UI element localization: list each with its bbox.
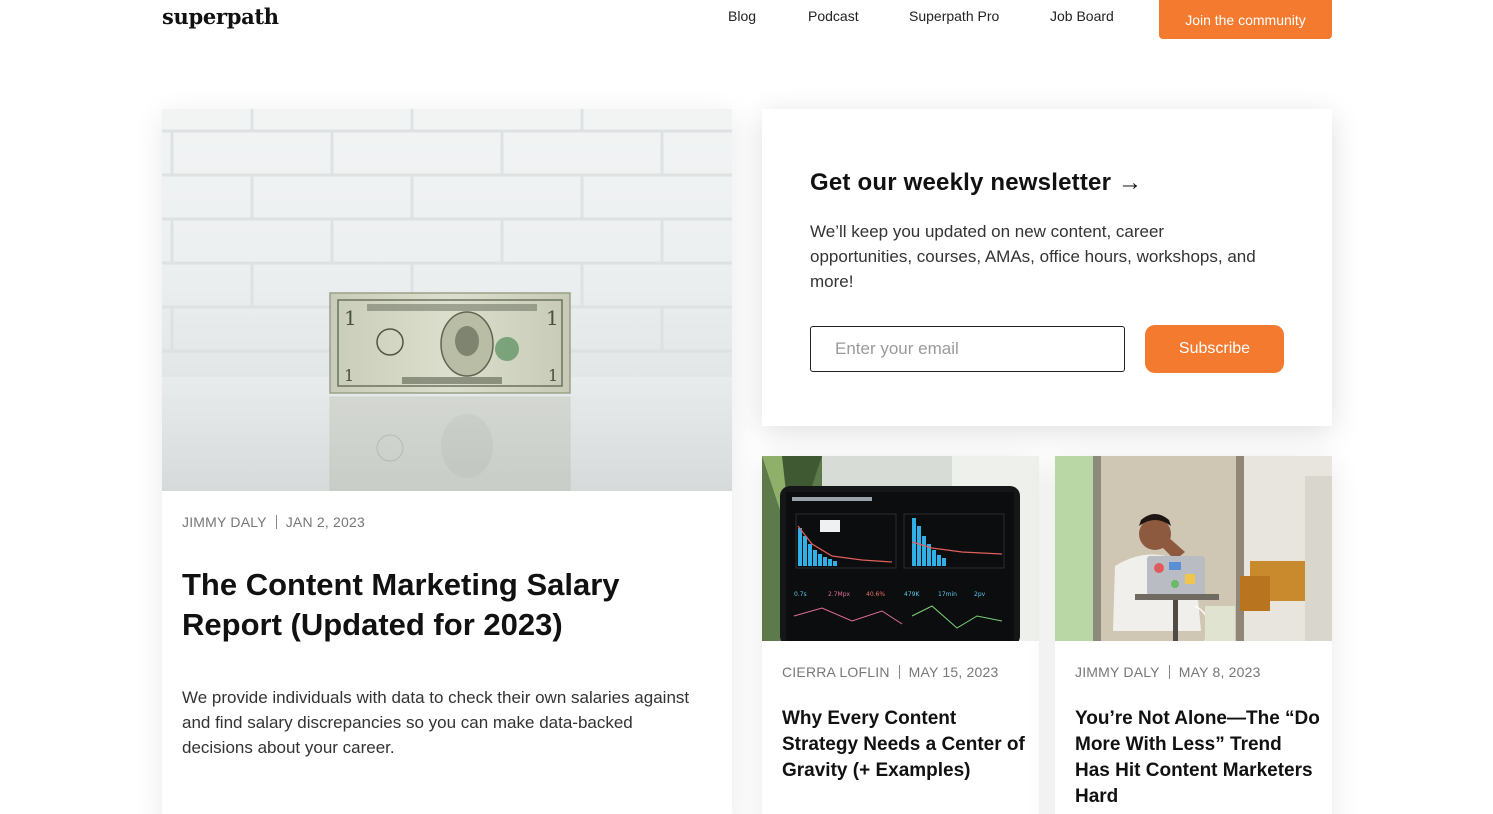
post-author[interactable]: JIMMY DALY <box>1075 664 1160 680</box>
stressed-man-laptop-photo[interactable] <box>1055 456 1332 641</box>
featured-article-card[interactable]: 1 1 1 1 JIMMY DALY JAN 2, 2023 The Conten… <box>162 109 732 814</box>
newsletter-description: We’ll keep you updated on new content, c… <box>810 222 1256 291</box>
svg-text:40.6%: 40.6% <box>866 591 885 598</box>
featured-meta: JIMMY DALY JAN 2, 2023 <box>182 514 365 530</box>
dollar-bill: 1 1 1 1 <box>329 292 571 394</box>
brick-wall-background: 1 1 1 1 <box>162 109 732 491</box>
post-title[interactable]: Why Every Content Strategy Needs a Cente… <box>782 706 1027 784</box>
svg-text:1: 1 <box>344 366 354 385</box>
post-author[interactable]: CIERRA LOFLIN <box>782 664 890 680</box>
nav-blog[interactable]: Blog <box>728 8 756 24</box>
svg-text:0.7s: 0.7s <box>794 591 807 598</box>
newsletter-card: Get our weekly newsletter → We’ll keep y… <box>762 109 1332 426</box>
email-input[interactable] <box>810 326 1125 372</box>
svg-text:1: 1 <box>548 366 558 385</box>
nav-superpath-pro[interactable]: Superpath Pro <box>909 8 999 24</box>
man-at-laptop-illustration <box>1055 456 1332 641</box>
analytics-dashboard-photo[interactable]: 0.7s 2.7Mpx 40.6% 479K 17min 2pv <box>762 456 1039 641</box>
meta-divider <box>1168 665 1170 679</box>
featured-title[interactable]: The Content Marketing Salary Report (Upd… <box>182 565 702 645</box>
post-date: MAY 15, 2023 <box>908 664 999 680</box>
post-meta: CIERRA LOFLIN MAY 15, 2023 <box>782 664 998 680</box>
analytics-dashboard-illustration: 0.7s 2.7Mpx 40.6% 479K 17min 2pv <box>762 456 1039 641</box>
svg-text:17min: 17min <box>938 591 957 598</box>
post-card[interactable]: JIMMY DALY MAY 8, 2023 You’re Not Alone—T… <box>1055 456 1332 814</box>
meta-divider <box>898 665 900 679</box>
post-card[interactable]: 0.7s 2.7Mpx 40.6% 479K 17min 2pv CIERRA LOFL… <box>762 456 1039 814</box>
post-meta: JIMMY DALY MAY 8, 2023 <box>1075 664 1261 680</box>
newsletter-title: Get our weekly newsletter → <box>810 169 1143 196</box>
featured-author[interactable]: JIMMY DALY <box>182 514 267 530</box>
meta-divider <box>275 515 277 529</box>
nav-podcast[interactable]: Podcast <box>808 8 859 24</box>
svg-text:1: 1 <box>344 306 357 330</box>
one-dollar-bill-photo[interactable]: 1 1 1 1 <box>162 109 732 491</box>
post-title[interactable]: You’re Not Alone—The “Do More With Less”… <box>1075 706 1320 810</box>
site-logo[interactable]: superpath <box>162 4 279 29</box>
svg-text:2.7Mpx: 2.7Mpx <box>828 591 851 598</box>
post-date: MAY 8, 2023 <box>1178 664 1261 680</box>
subscribe-button[interactable]: Subscribe <box>1145 325 1284 373</box>
svg-text:2pv: 2pv <box>974 591 986 598</box>
svg-text:1: 1 <box>546 306 559 330</box>
join-community-button[interactable]: Join the community <box>1159 0 1332 39</box>
featured-description: We provide individuals with data to chec… <box>182 688 690 757</box>
svg-text:479K: 479K <box>904 591 920 598</box>
featured-date: JAN 2, 2023 <box>285 514 365 530</box>
nav-job-board[interactable]: Job Board <box>1050 8 1114 24</box>
